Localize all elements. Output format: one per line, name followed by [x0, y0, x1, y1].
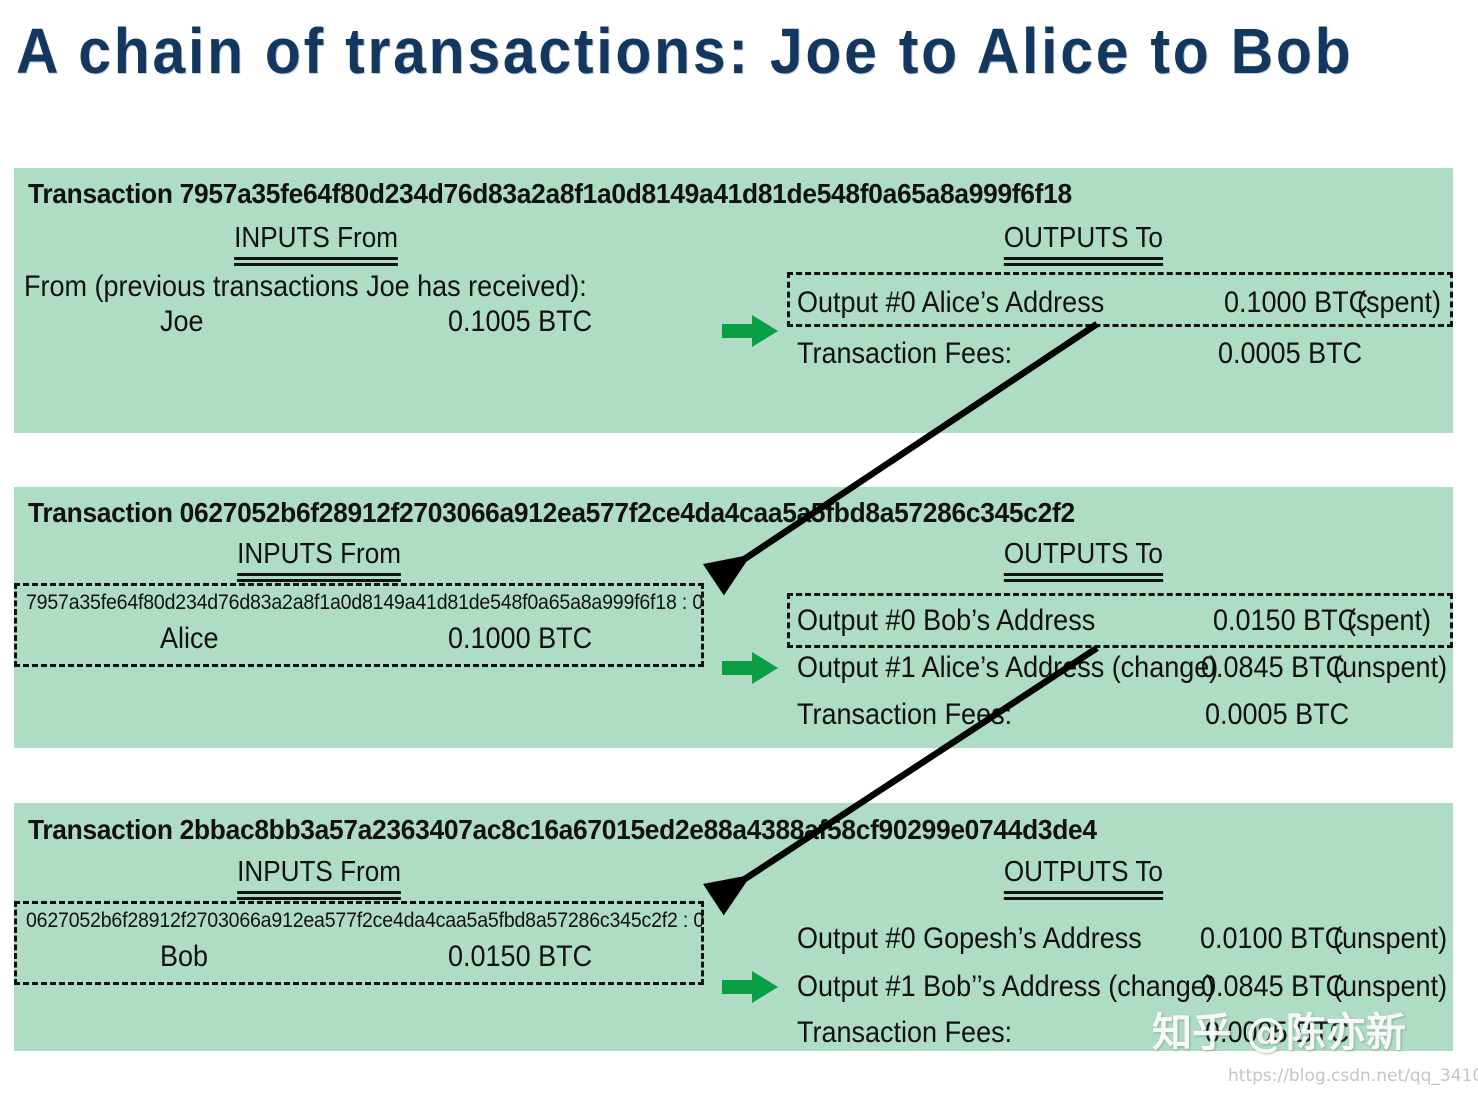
transaction-3-title: Transaction 2bbac8bb3a57a2363407ac8c16a6…	[28, 814, 1097, 845]
transaction-1-fees-label: Transaction Fees:	[797, 337, 1013, 370]
transaction-3-output-1-status: (unspent)	[1333, 970, 1448, 1003]
transaction-2-output-1-status: (unspent)	[1333, 651, 1448, 684]
transaction-3-flow-arrow-icon	[722, 971, 778, 1003]
transaction-1-title: Transaction 7957a35fe64f80d234d76d83a2a8…	[28, 178, 1072, 209]
transaction-2-fees-amount: 0.0005 BTC	[1205, 698, 1350, 731]
transaction-3-inputs-header: INPUTS From	[237, 856, 401, 900]
outputs-header-rule-bottom	[1003, 897, 1163, 900]
transaction-3-output-1-amount: 0.0845 BTC	[1201, 970, 1346, 1003]
transaction-2-output-1-amount: 0.0845 BTC	[1201, 651, 1346, 684]
transaction-1-outputs-header: OUTPUTS To	[1003, 222, 1163, 266]
inputs-header-rule-top	[237, 573, 401, 576]
inputs-header-label: INPUTS From	[234, 222, 398, 254]
transaction-3-input-amount: 0.0150 BTC	[448, 940, 593, 973]
outputs-header-label: OUTPUTS To	[1003, 856, 1163, 888]
transaction-2-output-0-status: (spent)	[1347, 604, 1432, 637]
transaction-3-output-0-status: (unspent)	[1333, 922, 1448, 955]
outputs-header-rule-top	[1003, 257, 1163, 260]
inputs-header-label: INPUTS From	[237, 856, 401, 888]
transaction-2-input-ref: 7957a35fe64f80d234d76d83a2a8f1a0d8149a41…	[26, 591, 704, 614]
inputs-header-rule-top	[234, 257, 398, 260]
transaction-1-input-note: From (previous transactions Joe has rece…	[24, 270, 587, 303]
transaction-2-output-1-label: Output #1 Alice’s Address (change)	[797, 651, 1219, 684]
transaction-3-output-0-amount: 0.0100 BTC	[1200, 922, 1345, 955]
transaction-1-flow-arrow-icon	[722, 315, 778, 347]
transaction-3-output-1-label: Output #1 Bob’’s Address (change)	[797, 970, 1215, 1003]
outputs-header-rule-top	[1003, 573, 1163, 576]
watermark-handle: 知乎 @陈亦新	[1152, 1010, 1406, 1056]
transaction-3-outputs-header: OUTPUTS To	[1003, 856, 1163, 900]
outputs-header-rule-top	[1003, 891, 1163, 894]
transaction-3-input-ref: 0627052b6f28912f2703066a912ea577f2ce4da4…	[26, 909, 705, 932]
transaction-2-output-0-amount: 0.0150 BTC	[1213, 604, 1358, 637]
transaction-2-output-0-label: Output #0 Bob’s Address	[797, 604, 1096, 637]
transaction-2-input-party: Alice	[160, 622, 219, 655]
transaction-2-inputs-header: INPUTS From	[237, 538, 401, 582]
inputs-header-rule-top	[237, 891, 401, 894]
transaction-1-output-0-status: (spent)	[1357, 286, 1442, 319]
transaction-2-flow-arrow-icon	[722, 652, 778, 684]
outputs-header-rule-bottom	[1003, 579, 1163, 582]
outputs-header-label: OUTPUTS To	[1003, 222, 1163, 254]
inputs-header-label: INPUTS From	[237, 538, 401, 570]
transaction-1-output-0-label: Output #0 Alice’s Address	[797, 286, 1105, 319]
outputs-header-label: OUTPUTS To	[1003, 538, 1163, 570]
inputs-header-rule-bottom	[234, 263, 398, 266]
transaction-1-output-0-amount: 0.1000 BTC	[1224, 286, 1369, 319]
transaction-3-fees-label: Transaction Fees:	[797, 1016, 1013, 1049]
outputs-header-rule-bottom	[1003, 263, 1163, 266]
inputs-header-rule-bottom	[237, 579, 401, 582]
page-title: A chain of transactions: Joe to Alice to…	[16, 15, 1354, 87]
transaction-1-inputs-header: INPUTS From	[234, 222, 398, 266]
inputs-header-rule-bottom	[237, 897, 401, 900]
transaction-2-input-amount: 0.1000 BTC	[448, 622, 593, 655]
watermark-url: https://blog.csdn.net/qq_34107425	[1228, 1066, 1478, 1086]
transaction-3-input-party: Bob	[160, 940, 209, 973]
transaction-1-fees-amount: 0.0005 BTC	[1218, 337, 1363, 370]
transaction-2-outputs-header: OUTPUTS To	[1003, 538, 1163, 582]
transaction-3-output-0-label: Output #0 Gopesh’s Address	[797, 922, 1142, 955]
transaction-2-fees-label: Transaction Fees:	[797, 698, 1013, 731]
transaction-2-title: Transaction 0627052b6f28912f2703066a912e…	[28, 497, 1075, 528]
transaction-1-input-amount: 0.1005 BTC	[448, 305, 593, 338]
transaction-1-input-party: Joe	[160, 305, 204, 338]
